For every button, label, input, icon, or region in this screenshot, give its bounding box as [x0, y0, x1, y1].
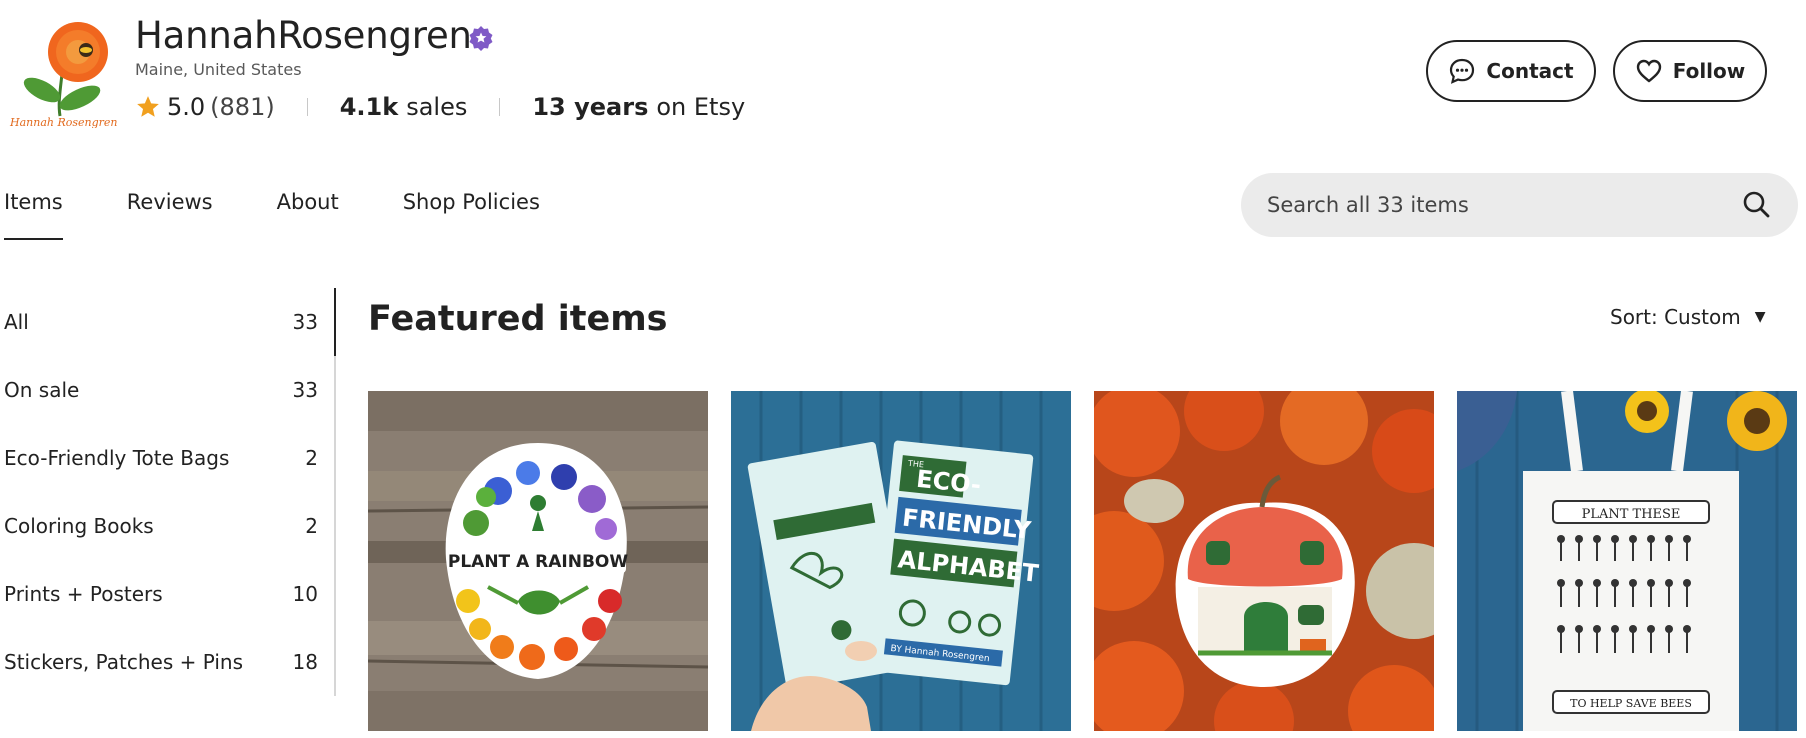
- shop-tabs: Items Reviews About Shop Policies: [4, 186, 604, 244]
- sidebar-item-label: On sale: [4, 378, 80, 402]
- sidebar-item-tote-bags[interactable]: Eco-Friendly Tote Bags 2: [4, 424, 334, 492]
- contact-button[interactable]: Contact: [1426, 40, 1596, 102]
- listing-card[interactable]: PLANT A RAINBOW: [368, 391, 708, 731]
- sidebar-item-on-sale[interactable]: On sale 33: [4, 356, 334, 424]
- follow-button[interactable]: Follow: [1613, 40, 1767, 102]
- listing-image: [1094, 391, 1434, 731]
- sidebar-item-label: Stickers, Patches + Pins: [4, 650, 244, 674]
- svg-text:PLANT A RAINBOW: PLANT A RAINBOW: [448, 552, 628, 572]
- rating-count[interactable]: (881): [210, 93, 275, 121]
- chat-bubble-icon: [1450, 58, 1475, 84]
- sidebar-item-label: Coloring Books: [4, 514, 154, 538]
- sidebar-item-count: 2: [305, 446, 318, 470]
- sidebar-item-coloring-books[interactable]: Coloring Books 2: [4, 492, 334, 560]
- star-seller-badge-icon[interactable]: [468, 25, 494, 51]
- tab-items[interactable]: Items: [4, 186, 63, 242]
- sidebar-item-all[interactable]: All 33: [4, 288, 334, 356]
- heart-icon: [1636, 59, 1661, 83]
- listing-image: PLANT A RAINBOW: [368, 391, 708, 731]
- category-sidebar: All 33 On sale 33 Eco-Friendly Tote Bags…: [4, 288, 334, 696]
- stats-divider: [499, 98, 501, 116]
- listing-card[interactable]: [1094, 391, 1434, 731]
- caret-down-icon: ▼: [1754, 309, 1766, 325]
- zinnia-logo: Hannah Rosengren: [4, 12, 120, 129]
- sales-value: 4.1k: [339, 93, 399, 121]
- shop-logo[interactable]: Hannah Rosengren: [4, 12, 120, 129]
- sidebar-item-count: 33: [292, 310, 318, 334]
- contact-label: Contact: [1486, 59, 1574, 83]
- listing-image: PLANT THESE TO HELP SAVE BEES: [1457, 391, 1797, 731]
- years-value: 13 years: [532, 93, 649, 121]
- search-icon[interactable]: [1740, 188, 1774, 222]
- sales-label: sales: [406, 93, 468, 121]
- listing-image: THE ECO- FRIENDLY ALPHABET BY Hannah Ros…: [731, 391, 1071, 731]
- rating-value: 5.0: [167, 93, 206, 121]
- stats-divider: [306, 98, 308, 116]
- tab-shop-policies[interactable]: Shop Policies: [403, 186, 540, 242]
- years-label: on Etsy: [656, 93, 746, 121]
- shop-location: Maine, United States: [135, 60, 302, 79]
- follow-label: Follow: [1672, 59, 1746, 83]
- shop-search-bar: [1241, 173, 1798, 237]
- tab-reviews[interactable]: Reviews: [127, 186, 213, 242]
- sidebar-item-stickers[interactable]: Stickers, Patches + Pins 18: [4, 628, 334, 696]
- sidebar-item-label: All: [4, 310, 29, 334]
- search-input[interactable]: [1265, 192, 1689, 218]
- tab-about[interactable]: About: [277, 186, 339, 242]
- star-icon: [137, 96, 159, 117]
- sidebar-item-count: 33: [292, 378, 318, 402]
- sidebar-item-label: Prints + Posters: [4, 582, 163, 606]
- featured-title: Featured items: [368, 299, 668, 339]
- svg-text:PLANT THESE: PLANT THESE: [1582, 507, 1681, 522]
- shop-name: HannahRosengren: [135, 14, 472, 57]
- svg-text:Hannah Rosengren: Hannah Rosengren: [9, 116, 118, 128]
- sidebar-item-prints-posters[interactable]: Prints + Posters 10: [4, 560, 334, 628]
- sidebar-item-count: 10: [292, 582, 318, 606]
- sidebar-active-indicator: [334, 288, 336, 356]
- sidebar-item-label: Eco-Friendly Tote Bags: [4, 446, 230, 470]
- sort-dropdown[interactable]: Sort: Custom ▼: [1610, 305, 1766, 329]
- shop-stats: 5.0 (881) 4.1k sales 13 years on Etsy: [135, 90, 745, 124]
- listing-card[interactable]: PLANT THESE TO HELP SAVE BEES: [1457, 391, 1797, 731]
- svg-text:TO HELP SAVE BEES: TO HELP SAVE BEES: [1570, 697, 1692, 710]
- listing-card[interactable]: THE ECO- FRIENDLY ALPHABET BY Hannah Ros…: [731, 391, 1071, 731]
- sidebar-item-count: 18: [292, 650, 318, 674]
- sidebar-item-count: 2: [305, 514, 318, 538]
- sort-label: Sort: Custom: [1610, 305, 1741, 329]
